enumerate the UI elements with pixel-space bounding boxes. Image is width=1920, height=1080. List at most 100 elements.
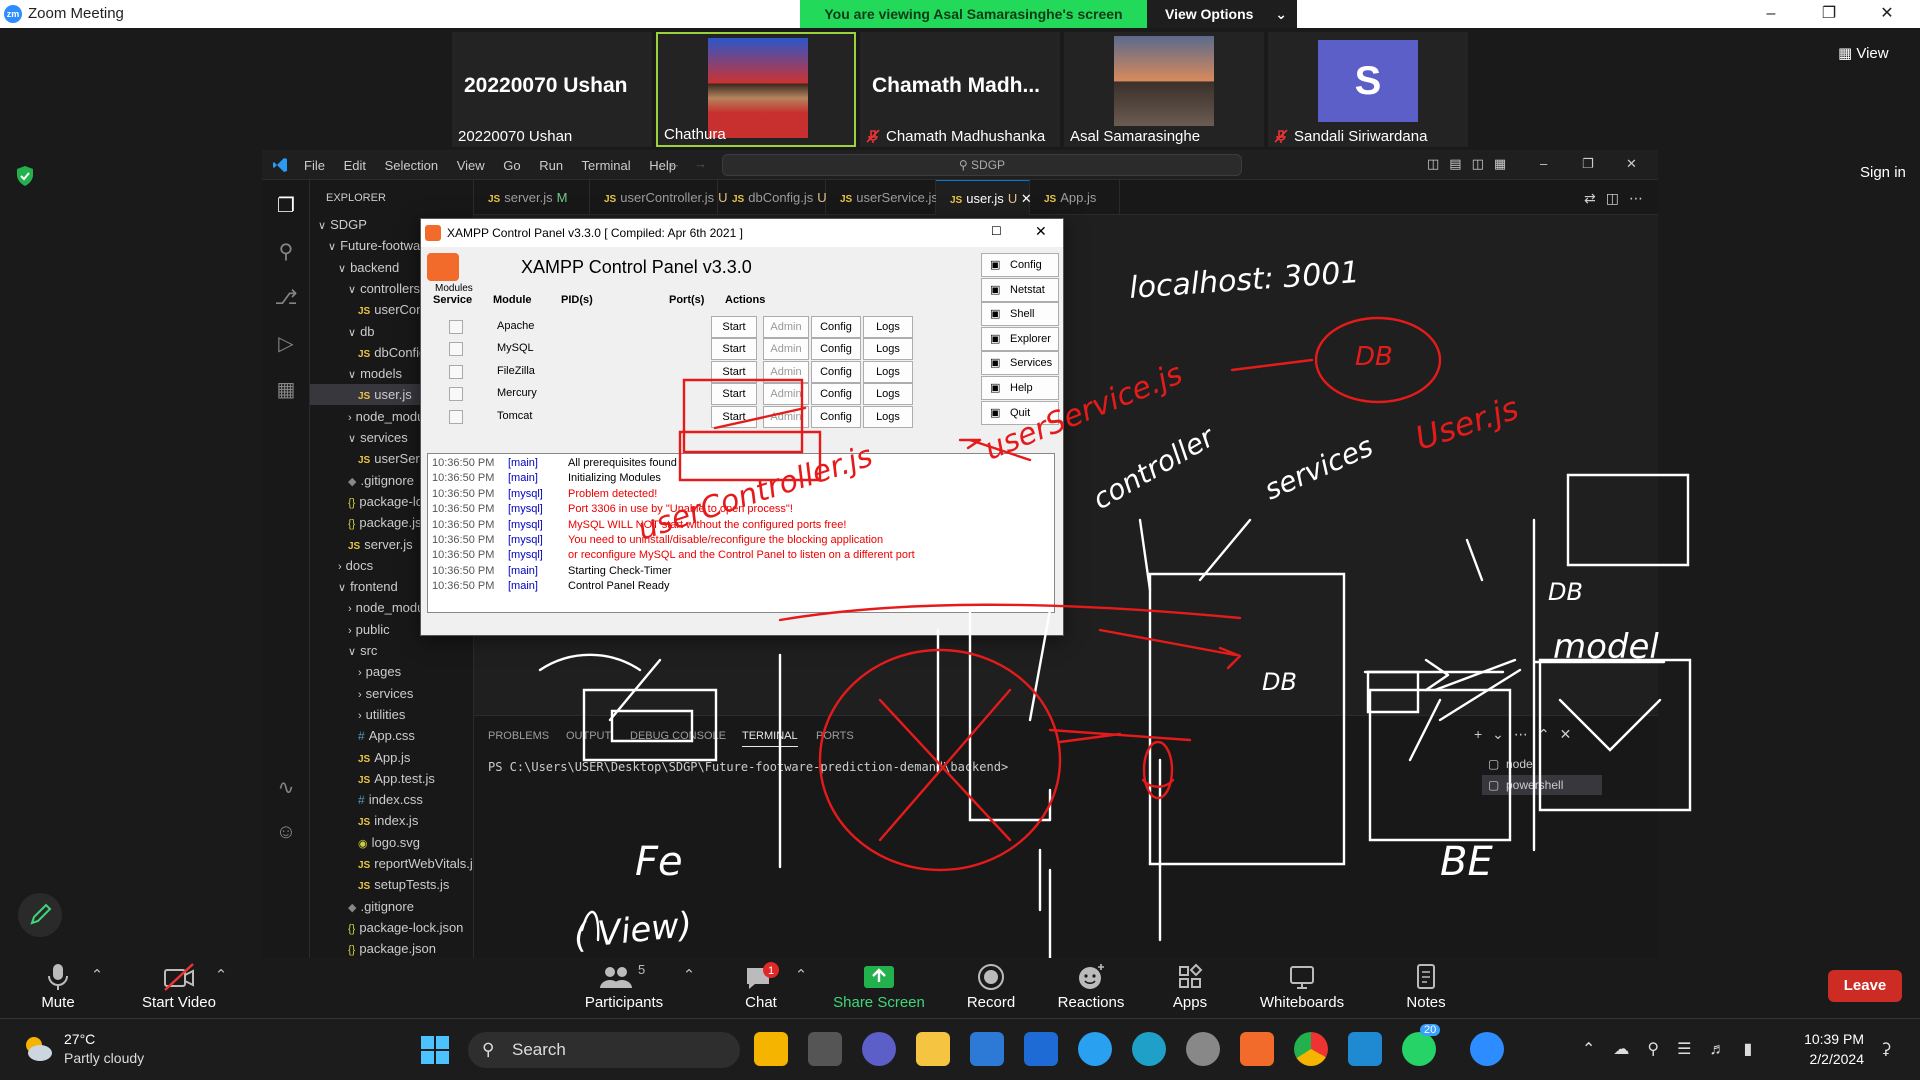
- file-explorer-icon[interactable]: [916, 1032, 950, 1066]
- taskbar-search[interactable]: ⚲ Search: [468, 1032, 740, 1068]
- remote-icon[interactable]: ∿: [274, 776, 298, 800]
- editor-tab[interactable]: JS server.js M: [474, 180, 590, 215]
- tab-terminal[interactable]: TERMINAL: [742, 730, 798, 747]
- start-button[interactable]: Start: [711, 405, 757, 428]
- layout-controls[interactable]: ◫▤◫▦: [1427, 156, 1516, 172]
- restore-button[interactable]: ❐: [1800, 0, 1858, 28]
- tab-ports[interactable]: PORTS: [816, 730, 854, 742]
- vscode-taskbar-icon[interactable]: [1348, 1032, 1382, 1066]
- menu-view[interactable]: View: [457, 158, 485, 173]
- xampp-maximize-button[interactable]: ☐: [991, 224, 1002, 238]
- menu-run[interactable]: Run: [539, 158, 563, 173]
- menu-go[interactable]: Go: [503, 158, 520, 173]
- terminal-node[interactable]: ▢ node: [1482, 754, 1602, 774]
- services-button[interactable]: ▣ Services: [981, 351, 1059, 376]
- explorer-button[interactable]: ▣ Explorer: [981, 326, 1059, 351]
- annotate-pen-button[interactable]: [18, 893, 62, 937]
- search-icon[interactable]: ⚲: [274, 240, 298, 264]
- start-video-button[interactable]: Start Video: [134, 958, 224, 1018]
- netstat-button[interactable]: ▣ Netstat: [981, 277, 1059, 302]
- extensions-icon[interactable]: ▦: [274, 378, 298, 402]
- vscode-restore-button[interactable]: ❐: [1582, 156, 1594, 172]
- reactions-button[interactable]: Reactions: [1054, 958, 1128, 1018]
- forward-arrow-icon[interactable]: →: [694, 156, 707, 171]
- start-button[interactable]: Start: [711, 360, 757, 383]
- share-screen-button[interactable]: Share Screen: [828, 958, 930, 1018]
- menu-edit[interactable]: Edit: [344, 158, 366, 173]
- tree-folder[interactable]: › pages: [310, 661, 473, 682]
- config-button[interactable]: Config: [811, 405, 861, 428]
- start-button[interactable]: Start: [711, 383, 757, 406]
- start-button[interactable]: Start: [711, 316, 757, 338]
- chat-chevron-icon[interactable]: ⌃: [794, 966, 808, 1026]
- start-windows-icon[interactable]: [420, 1035, 450, 1065]
- service-checkbox[interactable]: [449, 409, 463, 424]
- settings-gear-icon[interactable]: [1186, 1032, 1220, 1066]
- back-arrow-icon[interactable]: ←: [668, 156, 681, 171]
- source-control-icon[interactable]: ⎇: [274, 286, 298, 310]
- clock-date[interactable]: 2/2/2024: [1800, 1051, 1865, 1067]
- logs-button[interactable]: Logs: [863, 405, 913, 428]
- menu-file[interactable]: File: [304, 158, 325, 173]
- task-view-icon[interactable]: [808, 1032, 842, 1066]
- tree-file[interactable]: ◆ .gitignore: [310, 896, 473, 917]
- editor-tab[interactable]: JS userController.js U: [590, 180, 728, 215]
- logs-button[interactable]: Logs: [863, 360, 913, 383]
- quit-button[interactable]: ▣ Quit: [981, 400, 1059, 425]
- service-checkbox[interactable]: [449, 387, 463, 402]
- tree-file[interactable]: # index.css: [310, 789, 473, 810]
- terminal-prompt[interactable]: PS C:\Users\USER\Desktop\SDGP\Future-foo…: [488, 760, 1008, 774]
- menu-selection[interactable]: Selection: [385, 158, 438, 173]
- tree-file[interactable]: {} package.json: [310, 938, 473, 958]
- config-button[interactable]: Config: [811, 338, 861, 361]
- apps-button[interactable]: Apps: [1168, 958, 1212, 1018]
- tree-file[interactable]: JS index.js: [310, 810, 473, 831]
- explorer-icon[interactable]: ❐: [274, 194, 298, 218]
- editor-tab[interactable]: JS user.js U ✕: [936, 180, 1032, 215]
- editor-tab[interactable]: JSuserService.jsU: [826, 180, 951, 215]
- weather-icon[interactable]: [20, 1031, 56, 1067]
- view-layout-button[interactable]: ▦ View: [1838, 44, 1889, 62]
- config-button[interactable]: Config: [811, 383, 861, 406]
- editor-tab[interactable]: JS dbConfig.js U: [718, 180, 827, 215]
- service-checkbox[interactable]: [449, 320, 463, 334]
- mysql-workbench-icon[interactable]: [1024, 1032, 1058, 1066]
- logs-button[interactable]: Logs: [863, 383, 913, 406]
- participant-tile-active-speaker[interactable]: Chathura: [656, 32, 856, 147]
- config-button[interactable]: ▣ Config: [981, 253, 1059, 277]
- whiteboards-button[interactable]: Whiteboards: [1256, 958, 1348, 1018]
- xampp-log-window[interactable]: 10:36:50 PM [main] All prerequisites found…: [427, 453, 1055, 613]
- service-checkbox[interactable]: [449, 364, 463, 379]
- participant-tile[interactable]: S Sandali Siriwardana: [1268, 32, 1468, 147]
- tree-file[interactable]: JS App.js: [310, 747, 473, 768]
- participant-tile[interactable]: Chamath Madh... Chamath Madhushanka: [860, 32, 1060, 147]
- chat-button[interactable]: 1 Chat: [736, 958, 786, 1018]
- audio-options-chevron-icon[interactable]: ⌃: [90, 966, 104, 1026]
- tree-file[interactable]: {} package-lock.json: [310, 917, 473, 938]
- config-button[interactable]: Config: [811, 360, 861, 383]
- config-button[interactable]: Config: [811, 316, 861, 338]
- mute-button[interactable]: Mute: [34, 958, 82, 1018]
- editor-actions[interactable]: ⇄◫⋯: [1584, 190, 1653, 207]
- vscode-minimize-button[interactable]: –: [1540, 156, 1547, 171]
- start-button[interactable]: Start: [711, 338, 757, 361]
- tree-folder[interactable]: ∨ src: [310, 640, 473, 661]
- participants-button[interactable]: 5 Participants: [580, 958, 668, 1018]
- leave-button[interactable]: Leave: [1828, 970, 1902, 1002]
- tree-file[interactable]: JS setupTests.js: [310, 874, 473, 895]
- view-options-button[interactable]: View Options ⌄: [1147, 0, 1297, 28]
- close-button[interactable]: ✕: [1858, 0, 1916, 28]
- editor-tab[interactable]: JS App.js: [1030, 180, 1120, 215]
- encryption-shield-icon[interactable]: [14, 165, 36, 187]
- weather-desc[interactable]: Partly cloudy: [64, 1050, 144, 1066]
- notes-button[interactable]: Notes: [1404, 958, 1448, 1018]
- menu-terminal[interactable]: Terminal: [582, 158, 631, 173]
- participant-tile[interactable]: 20220070 Ushan 20220070 Ushan: [452, 32, 652, 147]
- logs-button[interactable]: Logs: [863, 338, 913, 361]
- help-button[interactable]: ▣ Help: [981, 376, 1059, 400]
- copilot-pre-icon[interactable]: [754, 1032, 788, 1066]
- tab-debug-console[interactable]: DEBUG CONSOLE: [630, 730, 726, 742]
- notification-bell-icon[interactable]: ⚳: [1880, 1039, 1892, 1059]
- tree-folder[interactable]: › services: [310, 683, 473, 704]
- tree-folder[interactable]: › utilities: [310, 704, 473, 725]
